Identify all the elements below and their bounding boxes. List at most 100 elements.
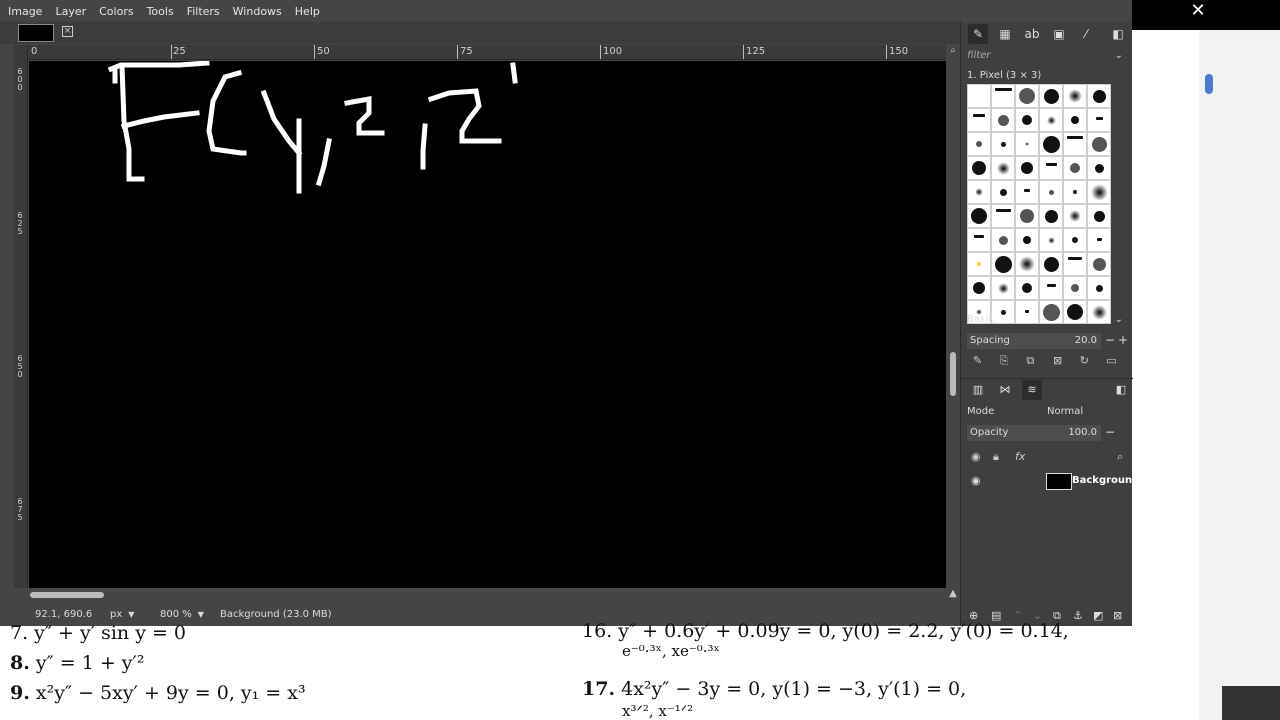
vertical-scrollbar[interactable] xyxy=(946,61,960,588)
brush-swatch[interactable] xyxy=(967,84,991,108)
dock-menu-icon[interactable]: ◧ xyxy=(1108,24,1128,44)
search-icon[interactable]: ⌕ xyxy=(1117,450,1123,464)
brush-swatch[interactable] xyxy=(1063,228,1087,252)
brush-swatch[interactable] xyxy=(1015,132,1039,156)
brush-swatch[interactable] xyxy=(1039,252,1063,276)
brush-swatch[interactable] xyxy=(967,204,991,228)
brush-preset-select[interactable]: Basic, ⌄ xyxy=(967,314,1127,330)
zoom-icon[interactable]: ⌕ xyxy=(946,45,960,60)
brush-swatch[interactable] xyxy=(1039,108,1063,132)
chevron-down-icon[interactable]: ⌄ xyxy=(1115,50,1123,61)
brush-swatch[interactable] xyxy=(1063,156,1087,180)
brush-swatch[interactable] xyxy=(1039,204,1063,228)
ruler-corner[interactable] xyxy=(14,45,28,60)
brush-swatch[interactable] xyxy=(1063,132,1087,156)
brush-swatch[interactable] xyxy=(991,276,1015,300)
side-scroll-thumb[interactable] xyxy=(1205,74,1213,94)
anchor-icon[interactable]: ⚓︎ xyxy=(1073,609,1083,622)
brush-swatch[interactable] xyxy=(991,156,1015,180)
brush-swatch[interactable] xyxy=(967,108,991,132)
brush-swatch[interactable] xyxy=(991,252,1015,276)
brush-swatch[interactable] xyxy=(1087,132,1111,156)
brush-swatch[interactable] xyxy=(1063,180,1087,204)
minus-icon[interactable]: − xyxy=(1105,333,1115,347)
brush-swatch[interactable] xyxy=(967,132,991,156)
brush-swatch[interactable] xyxy=(1087,84,1111,108)
layer-row[interactable]: ◉ Backgroun xyxy=(967,472,1133,492)
brush-swatch[interactable] xyxy=(967,252,991,276)
paths-tab-icon[interactable]: ≋ xyxy=(1022,380,1042,400)
open-as-image-icon[interactable]: ▭ xyxy=(1100,354,1127,372)
delete-layer-icon[interactable]: ⊠ xyxy=(1113,609,1122,622)
opacity-slider[interactable]: Opacity 100.0 xyxy=(967,425,1101,441)
brush-swatch[interactable] xyxy=(1087,228,1111,252)
paint-tab-icon[interactable]: ⁄ xyxy=(1076,24,1096,44)
mode-select[interactable]: Normal xyxy=(1047,406,1083,417)
brush-swatch[interactable] xyxy=(991,132,1015,156)
brush-swatch[interactable] xyxy=(1039,276,1063,300)
brush-swatch[interactable] xyxy=(1039,228,1063,252)
brush-swatch[interactable] xyxy=(991,180,1015,204)
menu-layer[interactable]: Layer xyxy=(55,5,86,18)
eye-icon[interactable]: ◉ xyxy=(971,474,981,487)
brush-swatch[interactable] xyxy=(1039,84,1063,108)
brush-swatch[interactable] xyxy=(967,180,991,204)
brush-swatch[interactable] xyxy=(1015,84,1039,108)
horizontal-scrollbar[interactable] xyxy=(28,588,946,602)
pattern-tab-icon[interactable]: ▦ xyxy=(995,24,1015,44)
brush-swatch[interactable] xyxy=(1015,204,1039,228)
lock-icon[interactable]: 🔒︎ xyxy=(993,450,999,464)
document-tab-icon[interactable]: ▣ xyxy=(1049,24,1069,44)
brush-swatch[interactable] xyxy=(1015,180,1039,204)
brush-swatch[interactable] xyxy=(1063,252,1087,276)
brush-tab-icon[interactable]: ✎ xyxy=(968,24,988,44)
duplicate-brush-icon[interactable]: ⧉ xyxy=(1020,354,1047,372)
brush-swatch[interactable] xyxy=(1015,108,1039,132)
menu-tools[interactable]: Tools xyxy=(147,5,174,18)
brush-swatch[interactable] xyxy=(1087,204,1111,228)
brush-swatch[interactable] xyxy=(1063,276,1087,300)
image-tab-thumbnail[interactable] xyxy=(18,24,54,42)
refresh-icon[interactable]: ↻ xyxy=(1074,354,1101,372)
brush-swatch[interactable] xyxy=(1087,180,1111,204)
brush-swatch[interactable] xyxy=(1087,108,1111,132)
dock-menu-icon[interactable]: ◧ xyxy=(1111,380,1131,400)
brush-swatch[interactable] xyxy=(1063,108,1087,132)
brush-swatch[interactable] xyxy=(1039,132,1063,156)
brush-swatch[interactable] xyxy=(991,228,1015,252)
close-tab-icon[interactable]: × xyxy=(62,26,73,37)
menu-colors[interactable]: Colors xyxy=(99,5,133,18)
font-tab-icon[interactable]: ab xyxy=(1022,24,1042,44)
brush-swatch[interactable] xyxy=(967,276,991,300)
spacing-slider[interactable]: Spacing 20.0 xyxy=(967,333,1101,349)
edit-brush-icon[interactable]: ✎ xyxy=(967,354,994,372)
brush-swatch[interactable] xyxy=(1063,204,1087,228)
brush-swatch[interactable] xyxy=(1087,252,1111,276)
brush-swatch[interactable] xyxy=(1063,84,1087,108)
brush-swatch[interactable] xyxy=(1015,276,1039,300)
brush-swatch[interactable] xyxy=(1015,228,1039,252)
visibility-icon[interactable]: ◉ xyxy=(971,450,981,463)
delete-brush-icon[interactable]: ⊠ xyxy=(1047,354,1074,372)
channels-tab-icon[interactable]: ⋈ xyxy=(995,380,1015,400)
menu-windows[interactable]: Windows xyxy=(233,5,282,18)
brush-swatch[interactable] xyxy=(967,228,991,252)
brush-swatch[interactable] xyxy=(1039,180,1063,204)
brush-swatch[interactable] xyxy=(1015,156,1039,180)
minus-icon[interactable]: − xyxy=(1105,425,1115,439)
brush-swatch[interactable] xyxy=(1087,156,1111,180)
menu-filters[interactable]: Filters xyxy=(187,5,220,18)
layers-tab-icon[interactable]: ▥ xyxy=(968,380,988,400)
brush-swatch[interactable] xyxy=(1087,276,1111,300)
navigate-icon[interactable]: ▲ xyxy=(946,588,960,602)
plus-icon[interactable]: + xyxy=(1118,333,1128,347)
vertical-scroll-thumb[interactable] xyxy=(950,352,956,396)
brush-swatch[interactable] xyxy=(1015,252,1039,276)
effects-icon[interactable]: fx xyxy=(1015,450,1025,463)
brush-swatch[interactable] xyxy=(991,204,1015,228)
mask-icon[interactable]: ◩ xyxy=(1093,609,1103,622)
brush-swatch[interactable] xyxy=(1039,156,1063,180)
zoom-select[interactable]: 800 % ▼ xyxy=(160,609,212,620)
close-icon[interactable]: ✕ xyxy=(1186,0,1210,21)
menu-image[interactable]: Image xyxy=(8,5,42,18)
